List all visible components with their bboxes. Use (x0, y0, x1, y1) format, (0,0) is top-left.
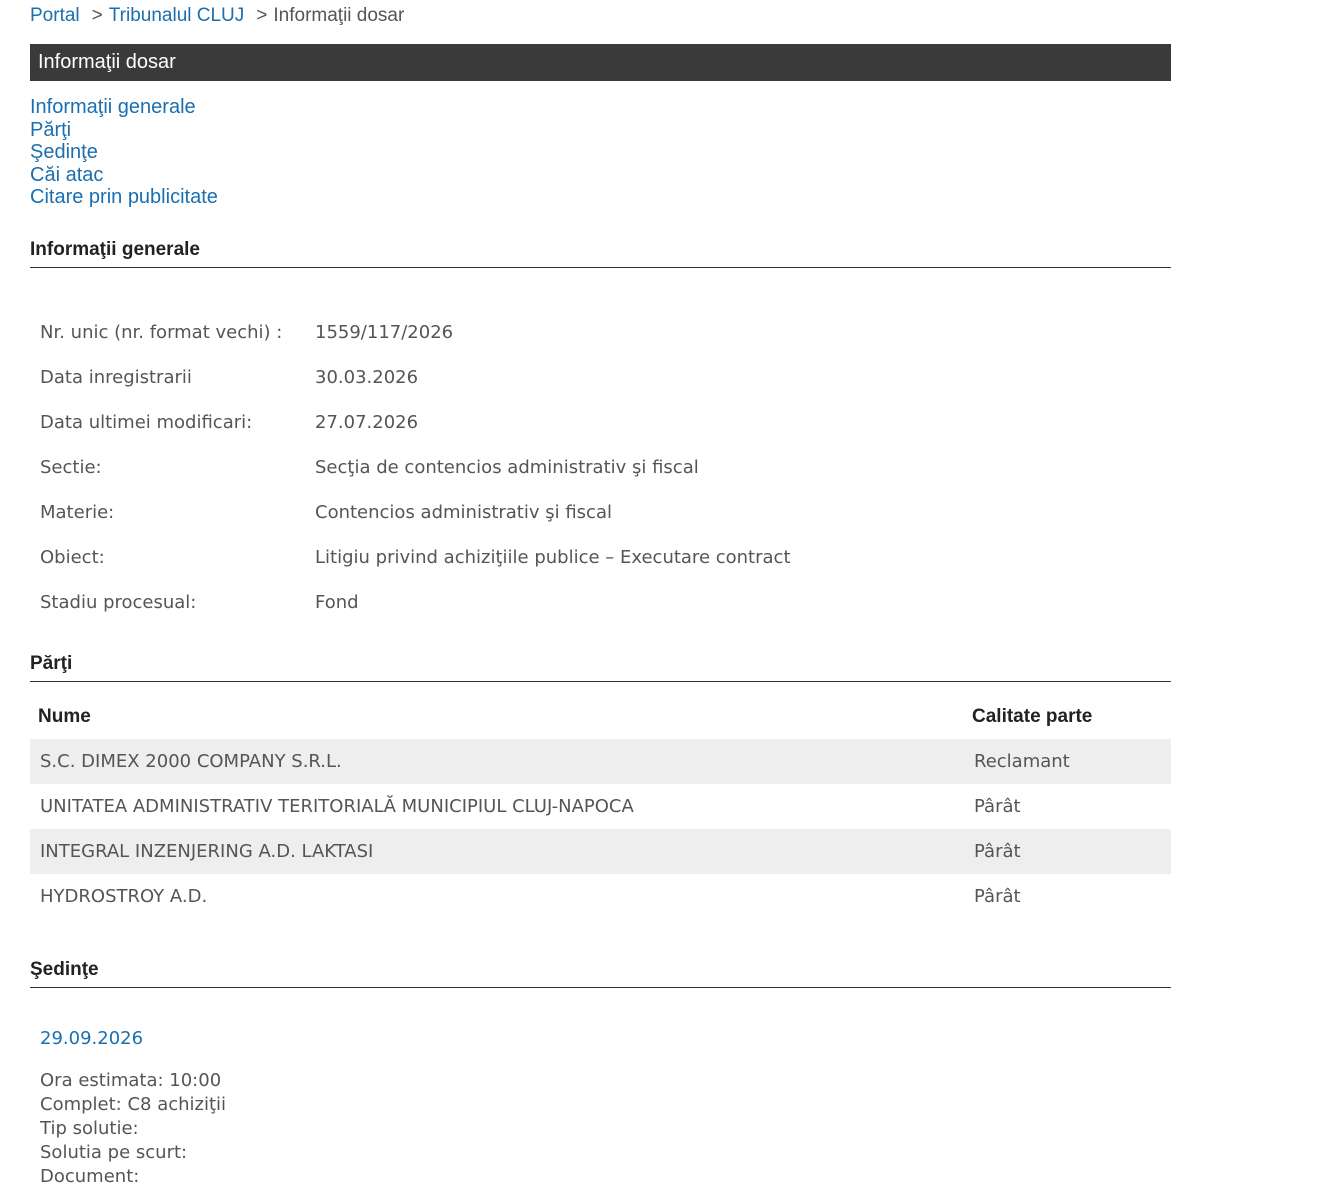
table-row: HYDROSTROY A.D. Pârât (30, 874, 1171, 919)
hearing-date-link[interactable]: 29.09.2026 (30, 1028, 1171, 1049)
breadcrumb-court-link[interactable]: Tribunalul CLUJ (109, 5, 245, 26)
parties-heading: Părţi (30, 653, 1171, 682)
hearing-detail-time: Ora estimata: 10:00 (40, 1069, 222, 1091)
table-row: UNITATEA ADMINISTRATIV TERITORIALĂ MUNIC… (30, 784, 1171, 829)
breadcrumb-separator: > (91, 5, 103, 26)
parties-table-header: Nume Calitate parte (30, 682, 1171, 739)
breadcrumb-current: Informaţii dosar (273, 5, 405, 26)
info-label: Stadiu procesual: (40, 591, 197, 613)
info-label: Data ultimei modificari: (40, 411, 253, 433)
info-row: Nr. unic (nr. format vechi) : 1559/117/2… (30, 310, 1171, 355)
hearing-details: Ora estimata: 10:00 Complet: C8 achiziţi… (30, 1069, 1171, 1189)
page-title-bar: Informaţii dosar (30, 44, 1171, 81)
party-role: Pârât (974, 795, 1021, 817)
info-row: Data inregistrarii 30.03.2026 (30, 355, 1171, 400)
hearing-detail-panel: Complet: C8 achiziţii (40, 1093, 227, 1115)
table-row: INTEGRAL INZENJERING A.D. LAKTASI Pârât (30, 828, 1171, 874)
party-role: Reclamant (974, 750, 1070, 772)
info-row: Materie: Contencios administrativ şi fis… (30, 490, 1171, 535)
info-value: Secţia de contencios administrativ şi fi… (315, 456, 699, 478)
party-name: INTEGRAL INZENJERING A.D. LAKTASI (40, 840, 374, 862)
info-value: Litigiu privind achiziţiile publice – Ex… (315, 546, 791, 568)
content: Portal > Tribunalul CLUJ > Informaţii dosar … (30, 0, 1171, 1189)
anchor-appeals[interactable]: Căi atac (30, 164, 1171, 187)
info-value: 30.03.2026 (315, 366, 419, 388)
info-value: Fond (315, 591, 359, 613)
info-row: Stadiu procesual: Fond (30, 580, 1171, 625)
table-row: S.C. DIMEX 2000 COMPANY S.R.L. Reclamant (30, 738, 1171, 784)
info-value: 1559/117/2026 (315, 321, 454, 343)
hearings-heading: Şedinţe (30, 959, 1171, 988)
anchor-general-info[interactable]: Informaţii generale (30, 96, 1171, 119)
column-header-name: Nume (38, 705, 91, 727)
breadcrumb-portal-link[interactable]: Portal (30, 5, 80, 26)
parties-table: Nume Calitate parte S.C. DIMEX 2000 COMP… (30, 682, 1171, 919)
info-value: 27.07.2026 (315, 411, 419, 433)
anchor-parties[interactable]: Părţi (30, 119, 1171, 142)
party-name: UNITATEA ADMINISTRATIV TERITORIALĂ MUNIC… (40, 795, 634, 817)
general-info-heading: Informaţii generale (30, 239, 1171, 268)
section-anchor-list: Informaţii generale Părţi Şedinţe Căi at… (30, 96, 1171, 209)
info-row: Sectie: Secţia de contencios administrat… (30, 445, 1171, 490)
column-header-role: Calitate parte (972, 705, 1093, 727)
info-row: Data ultimei modificari: 27.07.2026 (30, 400, 1171, 445)
party-name: S.C. DIMEX 2000 COMPANY S.R.L. (40, 750, 342, 772)
info-label: Data inregistrarii (40, 366, 192, 388)
breadcrumb-separator: > (256, 5, 268, 26)
info-row: Obiect: Litigiu privind achiziţiile publ… (30, 535, 1171, 580)
info-label: Materie: (40, 501, 115, 523)
breadcrumb: Portal > Tribunalul CLUJ > Informaţii dosar (30, 0, 1171, 34)
party-name: HYDROSTROY A.D. (40, 885, 208, 907)
hearing-detail-document: Document: (40, 1165, 140, 1187)
party-role: Pârât (974, 885, 1021, 907)
info-label: Obiect: (40, 546, 105, 568)
hearing-detail-solution-type: Tip solutie: (40, 1117, 139, 1139)
general-info-table: Nr. unic (nr. format vechi) : 1559/117/2… (30, 310, 1171, 625)
info-label: Sectie: (40, 456, 102, 478)
info-value: Contencios administrativ şi fiscal (315, 501, 612, 523)
anchor-public-summons[interactable]: Citare prin publicitate (30, 186, 1171, 209)
anchor-hearings[interactable]: Şedinţe (30, 141, 1171, 164)
hearing-detail-solution-summary: Solutia pe scurt: (40, 1141, 188, 1163)
party-role: Pârât (974, 840, 1021, 862)
info-label: Nr. unic (nr. format vechi) : (40, 321, 283, 343)
page: Portal > Tribunalul CLUJ > Informaţii dosar … (0, 0, 1322, 1198)
